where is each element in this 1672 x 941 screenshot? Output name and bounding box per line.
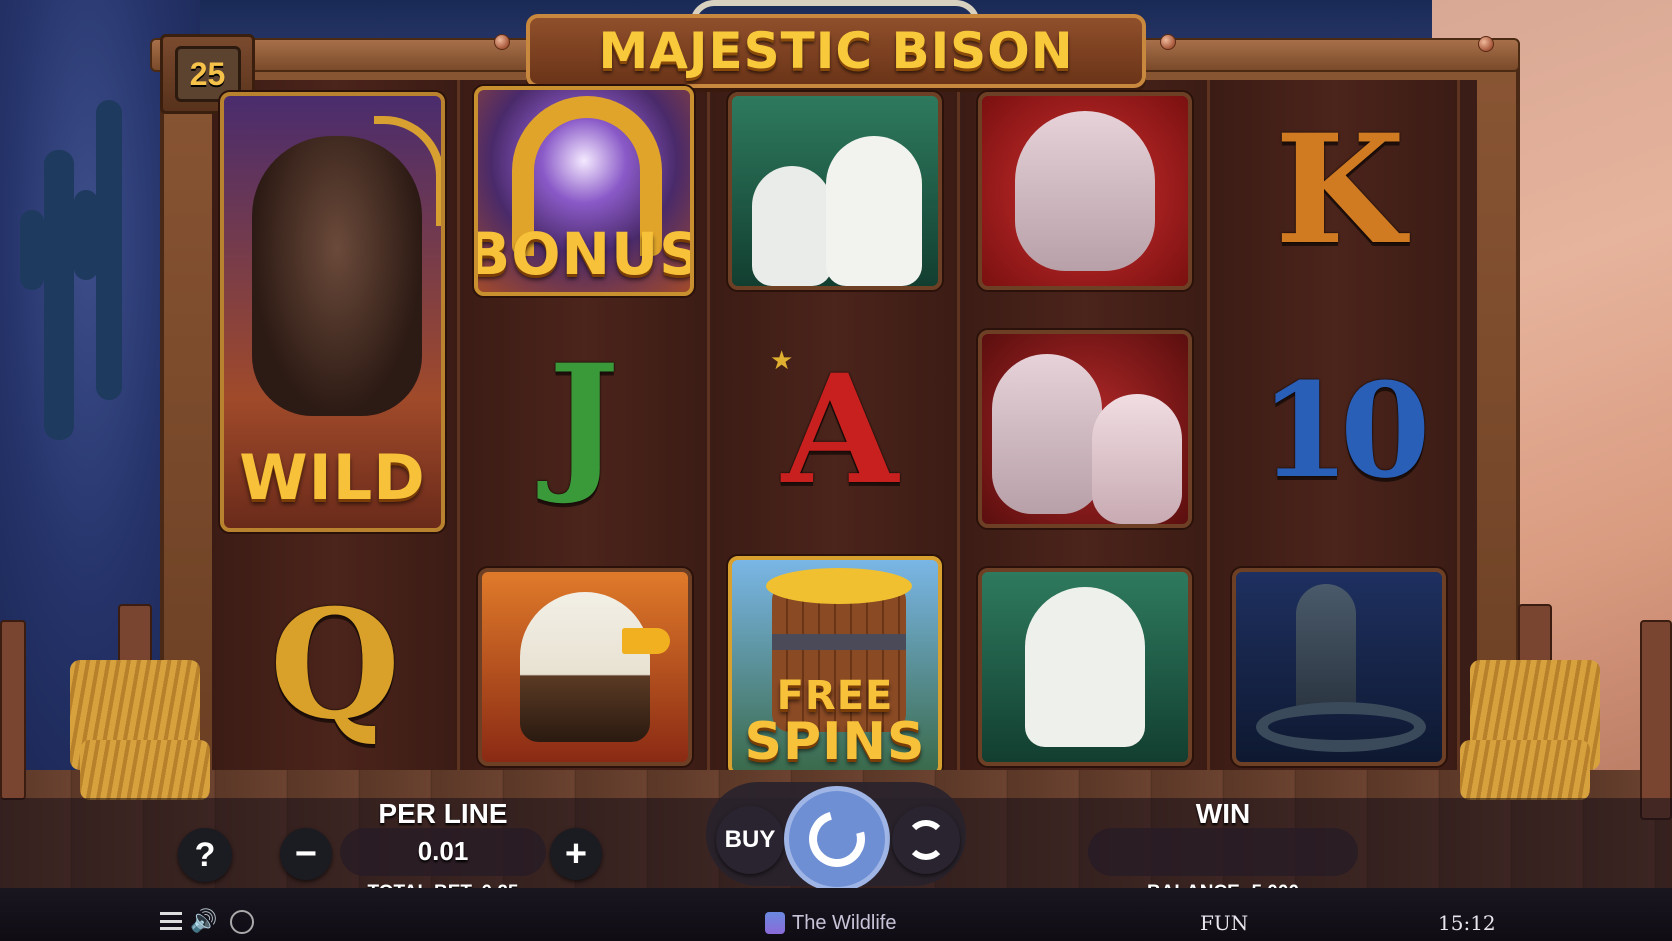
- fence-post: [118, 604, 152, 664]
- mode-label: FUN: [1200, 911, 1249, 935]
- symbol-free-spins-barrel: FREE SPINS: [728, 556, 942, 776]
- wolf-icon: [992, 354, 1102, 514]
- spin-icon: [798, 800, 876, 878]
- cobra-icon: [1296, 584, 1356, 714]
- brand-name: The Wildlife: [792, 912, 897, 934]
- symbol-wild-bison: WILD: [220, 92, 445, 532]
- hay-bale: [1460, 740, 1590, 800]
- goat-icon: [826, 136, 922, 286]
- fence-post: [1518, 604, 1552, 664]
- minus-icon: −: [294, 832, 318, 875]
- hamburger-menu-icon[interactable]: [160, 912, 182, 930]
- fence-post: [0, 620, 26, 800]
- star-icon: ★: [770, 346, 794, 376]
- gold-coins-icon: [766, 568, 912, 604]
- autoplay-icon: [906, 820, 946, 860]
- game-title: MAJESTIC BISON: [598, 22, 1074, 80]
- symbol-two-wolves: [978, 330, 1192, 528]
- win-field: [1088, 828, 1358, 876]
- symbol-ace: ★ A: [770, 342, 899, 518]
- increase-bet-button[interactable]: +: [550, 828, 602, 880]
- goat-icon: [752, 166, 832, 286]
- buy-button[interactable]: BUY: [716, 806, 784, 874]
- plus-icon: +: [564, 832, 588, 875]
- buy-label: BUY: [724, 826, 776, 853]
- turbo-icon[interactable]: [230, 910, 254, 934]
- win-label: WIN: [1195, 798, 1251, 829]
- per-line-value: 0.01: [417, 836, 469, 866]
- decrease-bet-button[interactable]: −: [280, 828, 332, 880]
- wolf-icon: [1092, 394, 1182, 524]
- bolt-icon: [1478, 36, 1494, 52]
- speaker-icon[interactable]: 🔊: [190, 909, 220, 934]
- per-line-label: PER LINE: [378, 798, 508, 829]
- symbol-ten: 10: [1259, 353, 1431, 507]
- symbol-queen: Q: [269, 577, 401, 753]
- goat-icon: [1025, 587, 1145, 747]
- bolt-icon: [1160, 34, 1176, 50]
- title-plaque: MAJESTIC BISON: [526, 14, 1146, 88]
- symbol-bonus-horseshoe: BONUS: [474, 86, 694, 296]
- spin-button[interactable]: [784, 786, 890, 892]
- symbol-goat: [978, 568, 1192, 766]
- autoplay-button[interactable]: [892, 806, 960, 874]
- spins-label: SPINS: [744, 712, 926, 772]
- wolf-icon: [1015, 111, 1155, 271]
- clock: 15:12: [1438, 911, 1496, 935]
- bonus-label: BONUS: [474, 220, 694, 288]
- bison-horn-icon: [374, 116, 441, 226]
- symbol-goats: [728, 92, 942, 290]
- hay-bale: [80, 740, 210, 800]
- symbol-eagle: [478, 568, 692, 766]
- symbol-king: K: [1274, 102, 1406, 278]
- cactus-icon: [44, 150, 74, 440]
- fence-post: [1640, 620, 1672, 820]
- wild-label: WILD: [239, 441, 426, 514]
- brand-logo-icon: [765, 912, 785, 934]
- symbol-jack: J: [548, 332, 620, 508]
- help-button[interactable]: ?: [178, 828, 232, 882]
- bolt-icon: [494, 34, 510, 50]
- free-label: FREE: [776, 673, 894, 719]
- symbol-wolf: [978, 92, 1192, 290]
- symbol-cobra: [1232, 568, 1446, 766]
- eagle-icon: [520, 592, 670, 742]
